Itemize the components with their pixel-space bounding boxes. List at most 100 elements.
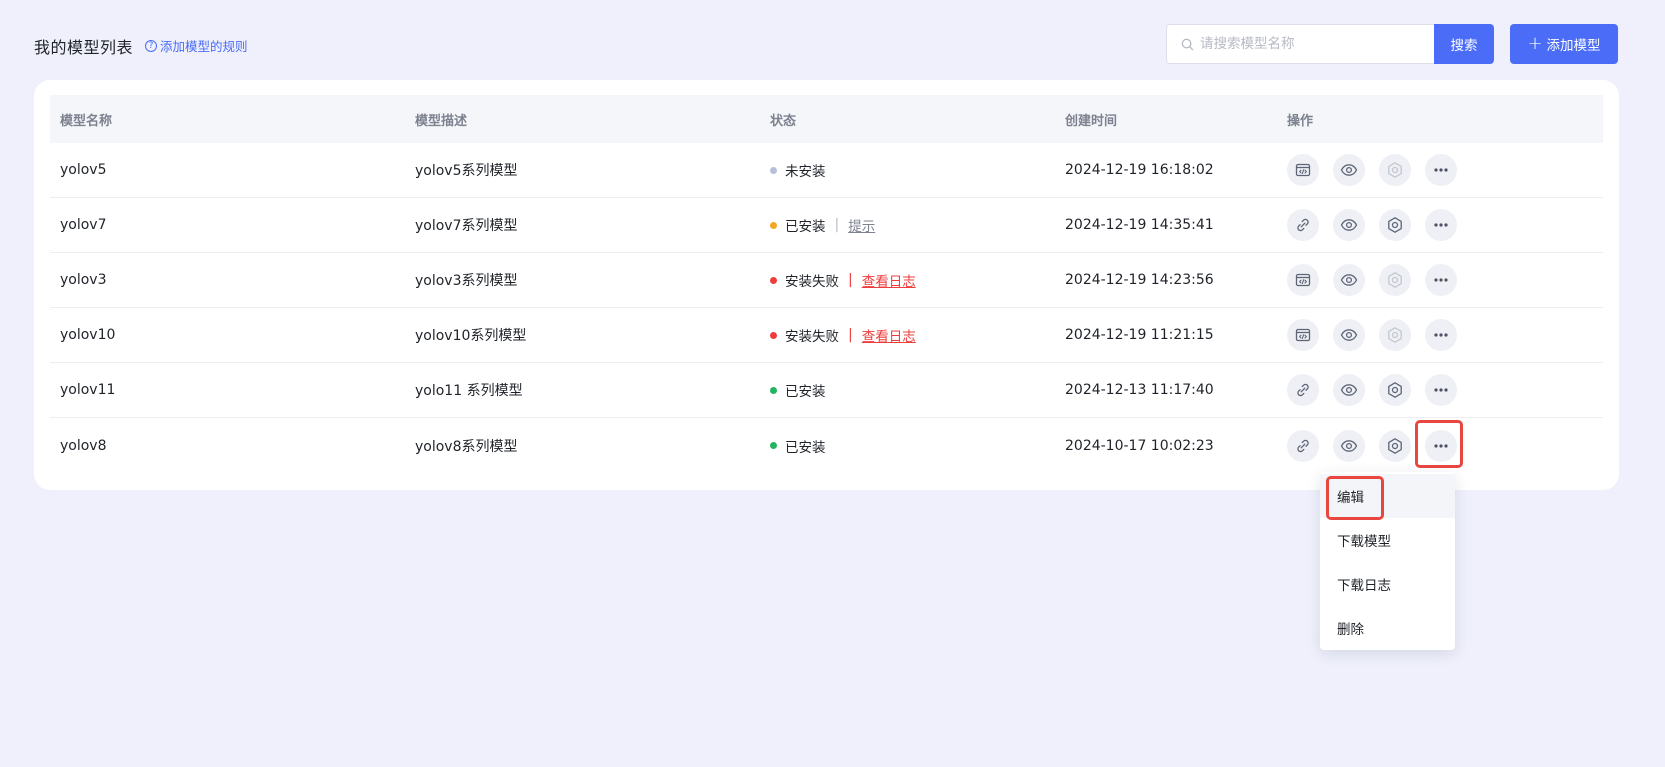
- menu-item-delete[interactable]: 删除: [1320, 606, 1455, 650]
- model-list-card: 模型名称 模型描述 状态 创建时间 操作 yolov5 yolov5系列模型 未安装…: [34, 80, 1619, 490]
- eye-icon: [1340, 381, 1358, 399]
- view-button[interactable]: [1333, 374, 1365, 406]
- status-text: 已安装: [785, 219, 826, 235]
- code-window-button[interactable]: [1287, 264, 1319, 296]
- status-separator: |: [848, 272, 853, 288]
- add-model-label: 添加模型: [1546, 38, 1601, 54]
- model-desc: yolov5系列模型: [415, 163, 518, 179]
- model-desc: yolov3系列模型: [415, 273, 518, 289]
- menu-item-edit-label: 编辑: [1337, 490, 1364, 506]
- model-status: 已安装 | 提示: [760, 215, 1055, 235]
- menu-item-download-log[interactable]: 下载日志: [1320, 562, 1455, 606]
- table-row: yolov3 yolov3系列模型 安装失败 | 查看日志 2024-12-19 14:2…: [50, 253, 1603, 308]
- status-dot: [770, 386, 777, 394]
- menu-item-download-model-label: 下载模型: [1337, 534, 1391, 550]
- view-button[interactable]: [1333, 264, 1365, 296]
- more-dots-icon: [1433, 278, 1449, 282]
- gear-icon: [1386, 326, 1404, 344]
- view-log-link[interactable]: 查看日志: [862, 270, 916, 290]
- row-actions: [1277, 319, 1603, 351]
- view-button[interactable]: [1333, 209, 1365, 241]
- plus-icon: +: [1527, 33, 1543, 54]
- unlink-button[interactable]: [1287, 209, 1319, 241]
- status-text: 已安装: [785, 384, 826, 400]
- code-window-button[interactable]: [1287, 319, 1319, 351]
- unlink-button[interactable]: [1287, 374, 1319, 406]
- col-header-desc: 模型描述: [415, 113, 468, 129]
- model-status: 已安装: [760, 380, 1055, 400]
- menu-item-download-model[interactable]: 下载模型: [1320, 518, 1455, 562]
- more-button[interactable]: [1425, 264, 1457, 296]
- eye-icon: [1340, 161, 1358, 179]
- status-separator: |: [834, 217, 840, 233]
- add-model-rules-link[interactable]: ? 添加模型的规则: [145, 36, 248, 55]
- eye-icon: [1340, 216, 1358, 234]
- col-header-name: 模型名称: [60, 113, 113, 129]
- col-header-status: 状态: [770, 113, 797, 129]
- model-name: yolov11: [60, 382, 116, 398]
- status-text: 安装失败: [785, 329, 839, 345]
- eye-icon: [1340, 326, 1358, 344]
- row-actions: [1277, 374, 1603, 406]
- view-log-link[interactable]: 查看日志: [862, 325, 916, 345]
- row-actions: [1277, 209, 1603, 241]
- gear-icon: [1386, 216, 1404, 234]
- model-name: yolov10: [60, 327, 116, 343]
- menu-item-delete-label: 删除: [1337, 622, 1364, 638]
- status-dot: [770, 166, 777, 174]
- more-button[interactable]: [1425, 154, 1457, 186]
- model-desc: yolov8系列模型: [415, 438, 518, 455]
- created-time: 2024-12-19 16:18:02: [1065, 162, 1214, 178]
- config-button: [1379, 319, 1411, 351]
- status-dot: [770, 331, 777, 339]
- more-button[interactable]: [1425, 209, 1457, 241]
- more-wrap: [1425, 374, 1457, 406]
- status-text: 安装失败: [785, 274, 839, 290]
- created-time: 2024-12-19 14:35:41: [1065, 217, 1214, 233]
- status-dot: [770, 276, 777, 284]
- model-status: 安装失败 | 查看日志: [760, 325, 1055, 345]
- unlink-icon: [1295, 217, 1311, 233]
- more-button[interactable]: [1425, 429, 1457, 462]
- model-name: yolov8: [60, 437, 107, 454]
- table-body: yolov5 yolov5系列模型 未安装 2024-12-19 16:18:02 yo…: [50, 143, 1603, 473]
- unlink-button[interactable]: [1287, 429, 1319, 462]
- more-wrap: [1425, 264, 1457, 296]
- row-actions: [1277, 264, 1603, 296]
- gear-icon: [1386, 161, 1404, 179]
- config-button[interactable]: [1379, 374, 1411, 406]
- code-window-button[interactable]: [1287, 154, 1319, 186]
- search-input[interactable]: [1200, 36, 1420, 52]
- col-header-ops: 操作: [1287, 113, 1314, 129]
- more-dots-icon: [1433, 333, 1449, 337]
- search-button[interactable]: 搜索: [1434, 24, 1494, 64]
- more-button[interactable]: [1425, 374, 1457, 406]
- table-row: yolov10 yolov10系列模型 安装失败 | 查看日志 2024-12-19 11…: [50, 308, 1603, 363]
- view-button[interactable]: [1333, 429, 1365, 462]
- row-actions: [1277, 154, 1603, 186]
- view-button[interactable]: [1333, 319, 1365, 351]
- view-button[interactable]: [1333, 154, 1365, 186]
- code-window-icon: [1295, 272, 1311, 288]
- created-time: 2024-12-19 14:23:56: [1065, 272, 1214, 288]
- model-desc: yolov7系列模型: [415, 218, 518, 234]
- status-separator: |: [848, 327, 853, 343]
- add-model-button[interactable]: + 添加模型: [1510, 24, 1618, 64]
- table-row: yolov7 yolov7系列模型 已安装 | 提示 2024-12-19 14:35:4…: [50, 198, 1603, 253]
- table-row: yolov5 yolov5系列模型 未安装 2024-12-19 16:18:02: [50, 143, 1603, 198]
- model-status: 未安装: [760, 160, 1055, 180]
- config-button[interactable]: [1379, 429, 1411, 462]
- rule-link-label: 添加模型的规则: [160, 39, 248, 54]
- page-title: 我的模型列表: [34, 38, 134, 57]
- gear-icon: [1386, 381, 1404, 399]
- config-button[interactable]: [1379, 209, 1411, 241]
- menu-item-edit[interactable]: 编辑: [1320, 474, 1455, 520]
- created-time: 2024-12-13 11:17:40: [1065, 382, 1214, 398]
- unlink-icon: [1295, 438, 1311, 454]
- config-button: [1379, 154, 1411, 186]
- more-actions-menu: 编辑 下载模型 下载日志 删除: [1320, 472, 1455, 650]
- more-button[interactable]: [1425, 319, 1457, 351]
- col-header-time: 创建时间: [1065, 113, 1118, 129]
- hint-link[interactable]: 提示: [848, 215, 875, 235]
- more-dots-icon: [1433, 168, 1449, 172]
